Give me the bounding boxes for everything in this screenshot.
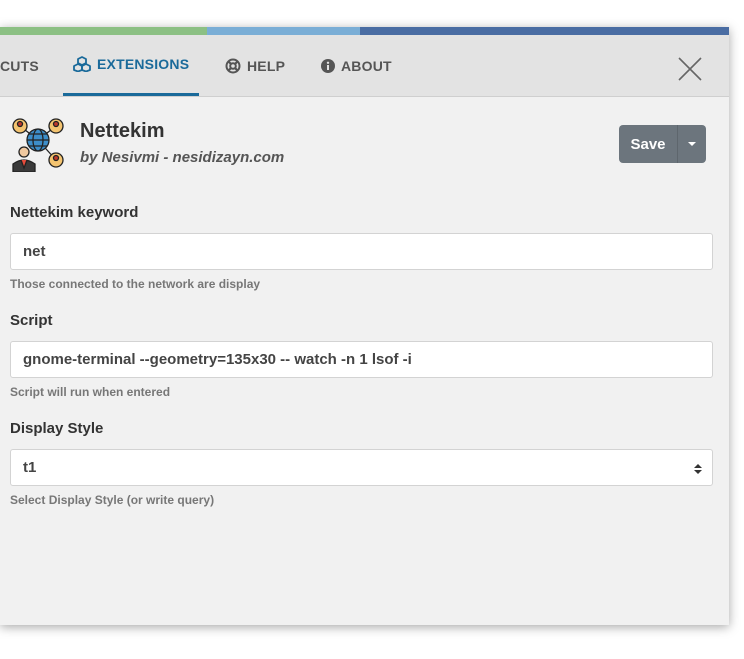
display-style-help: Select Display Style (or write query) bbox=[10, 493, 215, 507]
script-input[interactable]: gnome-terminal --geometry=135x30 -- watc… bbox=[10, 341, 713, 378]
display-style-select[interactable]: t1 bbox=[10, 449, 713, 486]
display-style-value: t1 bbox=[23, 459, 37, 476]
extension-settings-window: CUTS EXTENSIONS HELP ABOUT Nettekim by N… bbox=[0, 27, 729, 625]
plugin-title: Nettekim bbox=[80, 120, 165, 142]
cubes-icon bbox=[73, 56, 91, 72]
save-dropdown-toggle[interactable] bbox=[678, 125, 706, 163]
accent-segment-green bbox=[0, 27, 207, 35]
script-value: gnome-terminal --geometry=135x30 -- watc… bbox=[23, 351, 412, 368]
save-button-group: Save bbox=[619, 125, 706, 163]
keyword-input[interactable]: net bbox=[10, 233, 713, 270]
keyword-label: Nettekim keyword bbox=[10, 204, 139, 221]
display-style-label: Display Style bbox=[10, 420, 104, 437]
accent-segment-lightblue bbox=[207, 27, 360, 35]
close-icon bbox=[678, 57, 702, 81]
tab-about[interactable]: ABOUT bbox=[321, 35, 392, 96]
close-button[interactable] bbox=[676, 55, 704, 83]
keyword-help: Those connected to the network are displ… bbox=[10, 277, 261, 291]
caret-down-icon bbox=[688, 142, 696, 146]
script-help: Script will run when entered bbox=[10, 385, 171, 399]
tab-bar: CUTS EXTENSIONS HELP ABOUT bbox=[0, 35, 729, 97]
tab-label: ABOUT bbox=[341, 57, 392, 74]
tab-help[interactable]: HELP bbox=[225, 35, 285, 96]
select-updown-icon bbox=[694, 462, 702, 479]
accent-segment-blue bbox=[360, 27, 729, 35]
accent-bar bbox=[0, 27, 729, 35]
tab-label: HELP bbox=[247, 57, 286, 74]
keyword-value: net bbox=[23, 243, 46, 260]
tab-label: EXTENSIONS bbox=[97, 56, 190, 72]
tab-extensions[interactable]: EXTENSIONS bbox=[63, 35, 200, 96]
save-button[interactable]: Save bbox=[619, 125, 678, 163]
plugin-author: by Nesivmi - nesidizayn.com bbox=[80, 149, 285, 166]
tab-label: CUTS bbox=[0, 57, 39, 74]
tab-shortcuts[interactable]: CUTS bbox=[0, 35, 39, 96]
script-label: Script bbox=[10, 312, 53, 329]
info-circle-icon bbox=[321, 58, 335, 73]
life-ring-icon bbox=[225, 58, 241, 74]
network-people-icon bbox=[10, 116, 66, 173]
